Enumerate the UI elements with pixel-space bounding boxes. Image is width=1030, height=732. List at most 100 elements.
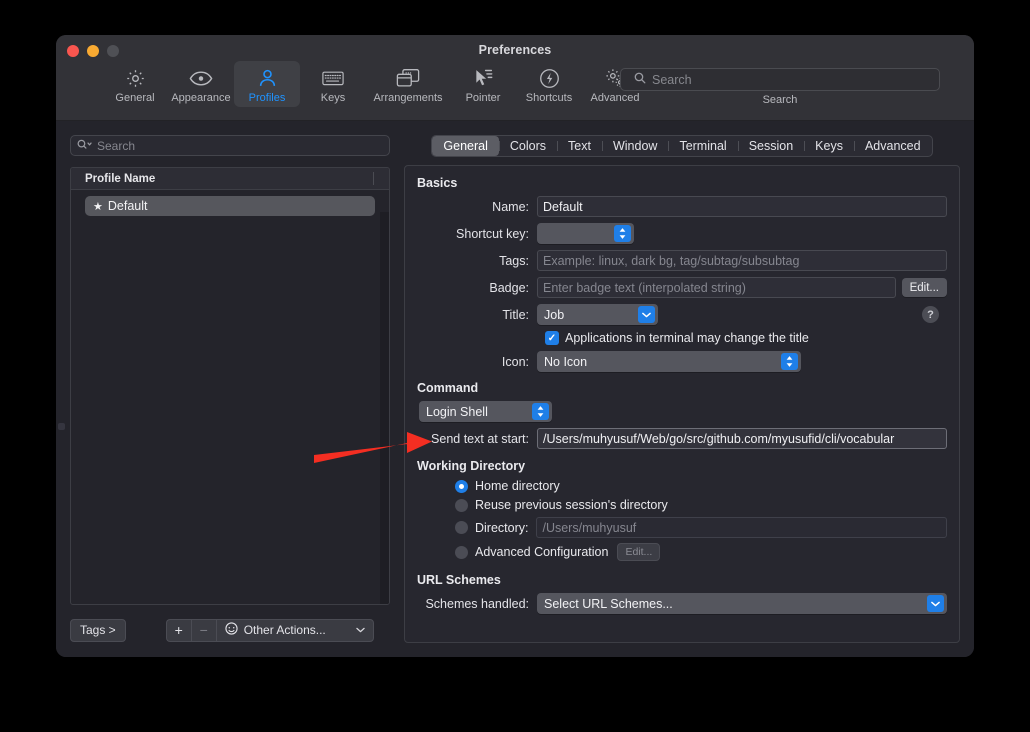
toolbar-item-pointer[interactable]: Pointer	[450, 61, 516, 107]
chevron-down-icon	[638, 306, 655, 323]
title-help-button[interactable]: ?	[922, 306, 939, 323]
command-mode-value: Login Shell	[426, 405, 488, 419]
directory-field[interactable]: /Users/muhyusuf	[536, 517, 947, 538]
tab-session[interactable]: Session	[738, 136, 804, 156]
tab-label: Window	[613, 139, 657, 153]
field-row-icon: Icon: No Icon	[417, 351, 947, 372]
field-row-send-text-at-start: Send text at start: /Users/muhyusuf/Web/…	[417, 428, 947, 449]
stepper-arrows-icon	[532, 403, 549, 420]
toolbar-item-list: General Appearance Pro	[102, 61, 648, 107]
name-label: Name:	[417, 200, 537, 214]
tab-label: Advanced	[865, 139, 921, 153]
toolbar-item-label: Arrangements	[373, 92, 442, 104]
schemes-handled-value: Select URL Schemes...	[544, 597, 673, 611]
stepper-arrows-icon	[781, 353, 798, 370]
name-field[interactable]: Default	[537, 196, 947, 217]
icon-value: No Icon	[544, 355, 587, 369]
title-popup[interactable]: Job	[537, 304, 658, 325]
cursor-icon	[473, 65, 494, 91]
tab-divider	[854, 141, 855, 151]
toolbar-item-general[interactable]: General	[102, 61, 168, 107]
shortcut-key-popup[interactable]	[537, 223, 634, 244]
column-header-profile-name[interactable]: Profile Name	[71, 173, 155, 185]
tags-field[interactable]: Example: linux, dark bg, tag/subtag/subs…	[537, 250, 947, 271]
tab-colors[interactable]: Colors	[499, 136, 557, 156]
tags-label: Tags:	[417, 254, 537, 268]
schemes-handled-label: Schemes handled:	[417, 597, 537, 611]
checkmark-icon: ✓	[548, 333, 556, 344]
apps-may-change-title-row: ✓ Applications in terminal may change th…	[545, 331, 947, 345]
windows-icon	[396, 65, 420, 91]
chevron-down-icon	[927, 595, 944, 612]
section-title-basics: Basics	[417, 176, 947, 190]
radio-directory[interactable]	[455, 521, 468, 534]
toolbar-item-profiles[interactable]: Profiles	[234, 61, 300, 107]
schemes-handled-popup[interactable]: Select URL Schemes...	[537, 593, 947, 614]
toolbar-item-label: Keys	[321, 92, 345, 104]
command-mode-popup[interactable]: Login Shell	[419, 401, 552, 422]
radio-row-home-directory[interactable]: Home directory	[455, 479, 947, 493]
toolbar-item-keys[interactable]: Keys	[300, 61, 366, 107]
search-caption: Search	[620, 94, 940, 106]
default-profile-star-icon: ★	[93, 200, 103, 213]
other-actions-label: Other Actions...	[244, 623, 326, 637]
radio-row-reuse-previous[interactable]: Reuse previous session's directory	[455, 498, 947, 512]
tab-divider	[602, 141, 603, 151]
apps-may-change-title-checkbox[interactable]: ✓	[545, 331, 559, 345]
field-row-title: Title: Job ?	[417, 304, 947, 325]
tab-general[interactable]: General	[432, 136, 498, 156]
search-input[interactable]: Search	[620, 68, 940, 91]
tab-label: Session	[749, 139, 793, 153]
section-title-working-directory: Working Directory	[417, 459, 947, 473]
radio-row-directory[interactable]: Directory: /Users/muhyusuf	[455, 517, 947, 538]
advanced-configuration-edit-button: Edit...	[617, 543, 660, 561]
toolbar-item-appearance[interactable]: Appearance	[168, 61, 234, 107]
tab-text[interactable]: Text	[557, 136, 602, 156]
radio-home-directory[interactable]	[455, 480, 468, 493]
toolbar-item-shortcuts[interactable]: Shortcuts	[516, 61, 582, 107]
add-profile-button[interactable]: +	[166, 619, 191, 642]
ellipsis-circle-icon	[225, 622, 238, 638]
tab-terminal[interactable]: Terminal	[668, 136, 737, 156]
field-row-shortcut-key: Shortcut key:	[417, 223, 947, 244]
shortcut-key-label: Shortcut key:	[417, 227, 537, 241]
radio-reuse-previous-session[interactable]	[455, 499, 468, 512]
send-text-at-start-field[interactable]: /Users/muhyusuf/Web/go/src/github.com/my…	[537, 428, 947, 449]
column-separator[interactable]	[373, 172, 374, 185]
field-row-command-mode: Login Shell	[419, 401, 947, 422]
toolbar-item-arrangements[interactable]: Arrangements	[366, 61, 450, 107]
radio-row-advanced-configuration[interactable]: Advanced Configuration Edit...	[455, 543, 947, 561]
profile-tab-bar: General Colors Text Window Terminal Sess…	[404, 135, 960, 157]
profile-search-input[interactable]: Search	[70, 135, 390, 156]
search-placeholder: Search	[652, 73, 692, 87]
profile-actions-group: + − Other Actions...	[166, 619, 374, 642]
section-title-url-schemes: URL Schemes	[417, 573, 947, 587]
toolbar-item-label: Appearance	[171, 92, 230, 104]
tab-divider	[738, 141, 739, 151]
tab-label: Terminal	[679, 139, 726, 153]
toolbar-item-label: General	[115, 92, 154, 104]
preferences-content: Search Profile Name ★ Default Tags >	[56, 121, 974, 657]
tab-keys[interactable]: Keys	[804, 136, 854, 156]
radio-label: Home directory	[475, 479, 560, 493]
toolbar-item-label: Shortcuts	[526, 92, 572, 104]
tab-divider	[499, 141, 500, 151]
table-row[interactable]: ★ Default	[85, 196, 375, 216]
other-actions-button[interactable]: Other Actions...	[216, 619, 374, 642]
tab-label: Keys	[815, 139, 843, 153]
badge-edit-button[interactable]: Edit...	[902, 278, 947, 297]
toolbar-search-group: Search Search	[620, 68, 940, 106]
toolbar-item-label: Pointer	[466, 92, 501, 104]
send-text-at-start-label: Send text at start:	[417, 432, 537, 446]
field-row-schemes-handled: Schemes handled: Select URL Schemes...	[417, 593, 947, 614]
badge-field[interactable]: Enter badge text (interpolated string)	[537, 277, 896, 298]
radio-advanced-configuration[interactable]	[455, 546, 468, 559]
tab-advanced[interactable]: Advanced	[854, 136, 932, 156]
remove-profile-button: −	[191, 619, 216, 642]
icon-popup[interactable]: No Icon	[537, 351, 801, 372]
tags-button[interactable]: Tags >	[70, 619, 126, 642]
pane-resize-handle[interactable]	[58, 423, 65, 430]
profiles-table-scrollbar[interactable]	[380, 212, 389, 604]
tab-window[interactable]: Window	[602, 136, 668, 156]
search-dropdown-icon[interactable]	[77, 137, 93, 155]
